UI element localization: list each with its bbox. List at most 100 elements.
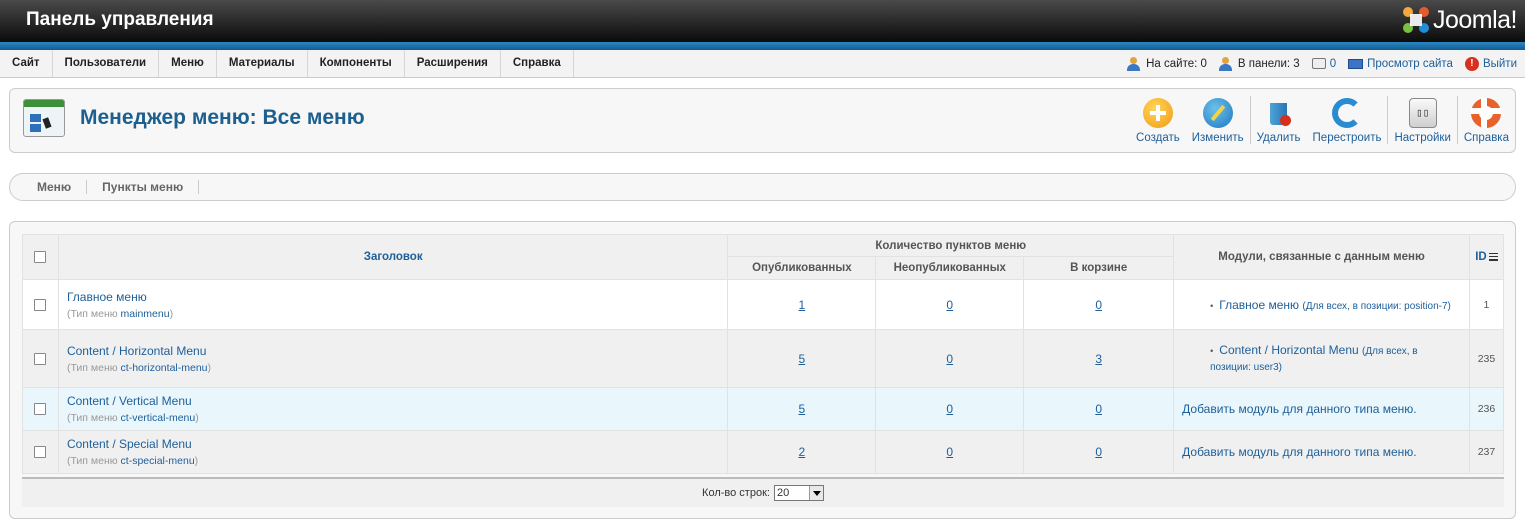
sort-id-link[interactable]: ID <box>1475 251 1487 263</box>
unpublished-count-link[interactable]: 0 <box>875 430 1025 474</box>
status-in-panel-text: В панели: 3 <box>1237 57 1300 70</box>
refresh-icon <box>1332 98 1362 128</box>
edit-label: Изменить <box>1191 132 1244 144</box>
list-limit-value: 20 <box>776 487 790 499</box>
rebuild-label: Перестроить <box>1312 132 1382 144</box>
column-id[interactable]: ID <box>1468 234 1505 280</box>
unpublished-count-link[interactable]: 0 <box>875 279 1025 330</box>
submenu-menus[interactable]: Меню <box>22 180 88 194</box>
list-limit-select[interactable]: 20 <box>773 485 824 501</box>
status-messages[interactable]: 0 <box>1311 58 1336 70</box>
sort-descending-icon <box>1488 252 1498 261</box>
menus-table: Заголовок Количество пунктов меню Модули… <box>22 234 1505 474</box>
linked-module[interactable]: • Content / Horizontal Menu (Для всех, в … <box>1173 329 1470 388</box>
menu-title-link[interactable]: Content / Horizontal Menu <box>67 344 727 358</box>
row-checkbox[interactable] <box>34 403 47 415</box>
view-site-label[interactable]: Просмотр сайта <box>1367 58 1453 70</box>
add-module-link[interactable]: Добавить модуль для данного типа меню. <box>1173 387 1470 431</box>
delete-label: Удалить <box>1256 132 1301 144</box>
logout-icon: ! <box>1464 56 1479 71</box>
status-on-site-text: На сайте: 0 <box>1146 57 1207 70</box>
admins-online-icon <box>1218 56 1234 71</box>
table-row: Content / Special Menu (Тип меню ct-spec… <box>22 430 1505 474</box>
edit-button[interactable]: Изменить <box>1186 89 1250 152</box>
row-checkbox[interactable] <box>34 352 47 365</box>
new-button[interactable]: Создать <box>1130 89 1186 152</box>
trashed-count-link[interactable]: 0 <box>1023 387 1175 431</box>
options-button[interactable]: ▯▯ Настройки <box>1388 89 1456 152</box>
toolbar-box: Менеджер меню: Все меню Создать Изменить… <box>9 88 1516 153</box>
menu-title-link[interactable]: Главное меню <box>67 290 727 304</box>
lifebuoy-icon <box>1471 98 1502 128</box>
rebuild-button[interactable]: Перестроить <box>1307 89 1388 152</box>
menu-title-link[interactable]: Content / Vertical Menu <box>67 394 727 408</box>
logout-link[interactable]: ! Выйти <box>1464 56 1517 71</box>
header-accent-bar <box>0 42 1525 50</box>
add-module-link[interactable]: Добавить модуль для данного типа меню. <box>1173 430 1470 474</box>
logout-label[interactable]: Выйти <box>1483 58 1517 70</box>
row-id: 1 <box>1468 279 1505 330</box>
trashed-count-link[interactable]: 0 <box>1023 430 1175 474</box>
view-site-link[interactable]: Просмотр сайта <box>1348 58 1453 70</box>
column-unpublished: Неопубликованных <box>875 256 1025 280</box>
menu-components[interactable]: Компоненты <box>308 50 405 77</box>
column-modules: Модули, связанные с данным меню <box>1173 234 1470 280</box>
table-row: Content / Vertical Menu (Тип меню ct-ver… <box>22 387 1505 431</box>
linked-module[interactable]: • Главное меню (Для всех, в позиции: posi… <box>1173 279 1470 330</box>
new-label: Создать <box>1136 132 1180 144</box>
column-title[interactable]: Заголовок <box>57 234 729 280</box>
published-count-link[interactable]: 2 <box>727 430 877 474</box>
published-count-link[interactable]: 1 <box>727 279 877 330</box>
joomla-logo-text: Joomla! <box>1432 5 1518 34</box>
options-label: Настройки <box>1394 132 1451 144</box>
header-title: Панель управления <box>26 9 214 30</box>
unpublished-count-link[interactable]: 0 <box>875 329 1025 388</box>
module-name-link[interactable]: Content / Horizontal Menu <box>1219 343 1358 357</box>
select-all-checkbox[interactable] <box>34 251 47 263</box>
trashed-count-link[interactable]: 3 <box>1023 329 1175 388</box>
menu-site[interactable]: Сайт <box>0 50 53 77</box>
submenu-menu-items[interactable]: Пункты меню <box>87 180 200 194</box>
delete-button[interactable]: Удалить <box>1251 89 1307 152</box>
submenu: Меню Пункты меню <box>9 173 1516 201</box>
menu-menus[interactable]: Меню <box>159 50 217 77</box>
chevron-down-icon <box>808 486 823 500</box>
table-row: Главное меню (Тип меню mainmenu) 1 0 0 •… <box>22 279 1505 330</box>
column-trashed: В корзине <box>1023 256 1175 280</box>
help-label: Справка <box>1463 132 1509 144</box>
published-count-link[interactable]: 5 <box>727 329 877 388</box>
menu-users[interactable]: Пользователи <box>53 50 160 77</box>
menu-extensions[interactable]: Расширения <box>405 50 501 77</box>
select-all-header <box>22 234 59 280</box>
page-title: Менеджер меню: Все меню <box>80 106 365 129</box>
list-limit-label: Кол-во строк: <box>702 487 770 499</box>
menu-type: (Тип меню ct-special-menu) <box>66 455 199 467</box>
row-id: 236 <box>1468 387 1505 431</box>
module-name-link[interactable]: Главное меню <box>1219 298 1299 312</box>
menu-content[interactable]: Материалы <box>217 50 308 77</box>
status-on-site: На сайте: 0 <box>1127 56 1207 71</box>
admin-header: Панель управления Joomla! <box>0 0 1525 42</box>
plus-icon <box>1142 98 1173 128</box>
row-id: 235 <box>1468 329 1505 388</box>
help-button[interactable]: Справка <box>1458 89 1515 152</box>
main-menubar: Сайт Пользователи Меню Материалы Компоне… <box>0 50 1525 78</box>
monitor-icon <box>1348 58 1364 69</box>
published-count-link[interactable]: 5 <box>727 387 877 431</box>
sort-title-link[interactable]: Заголовок <box>364 251 423 263</box>
unpublished-count-link[interactable]: 0 <box>875 387 1025 431</box>
joomla-logo-icon <box>1402 7 1429 33</box>
pencil-icon <box>1202 98 1233 128</box>
menu-title-link[interactable]: Content / Special Menu <box>67 437 727 451</box>
messages-count[interactable]: 0 <box>1330 58 1336 70</box>
messages-icon <box>1311 58 1326 69</box>
list-footer: Кол-во строк: 20 <box>22 477 1504 507</box>
status-in-panel: В панели: 3 <box>1218 56 1300 71</box>
trashed-count-link[interactable]: 0 <box>1023 279 1175 330</box>
table-row: Content / Horizontal Menu (Тип меню ct-h… <box>22 329 1505 388</box>
column-published: Опубликованных <box>727 256 877 280</box>
menu-type: (Тип меню ct-vertical-menu) <box>66 412 199 424</box>
row-checkbox[interactable] <box>34 298 47 311</box>
menu-help[interactable]: Справка <box>501 50 574 77</box>
row-checkbox[interactable] <box>34 446 47 458</box>
